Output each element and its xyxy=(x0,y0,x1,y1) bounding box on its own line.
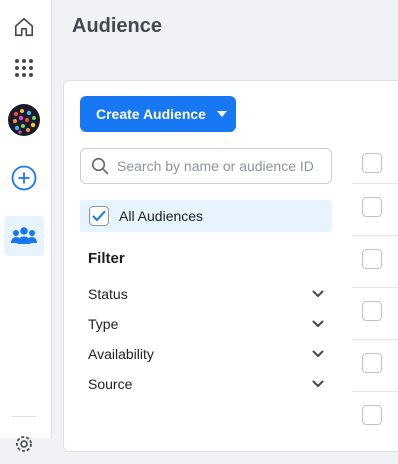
audience-panel: Create Audience All Audiences Filter Sta… xyxy=(63,80,398,452)
filter-source-label: Source xyxy=(88,376,133,392)
filter-heading: Filter xyxy=(88,250,125,267)
chevron-down-icon xyxy=(312,380,324,387)
chevron-down-icon xyxy=(312,350,324,357)
filter-status[interactable]: Status xyxy=(88,284,324,304)
table-row-divider xyxy=(352,391,398,392)
table-row-divider xyxy=(352,183,398,184)
chevron-down-icon xyxy=(312,320,324,327)
create-audience-button[interactable]: Create Audience xyxy=(80,96,236,132)
avatar xyxy=(8,104,40,136)
create-audience-label: Create Audience xyxy=(96,106,206,122)
create-button[interactable] xyxy=(4,158,44,198)
home-button[interactable] xyxy=(4,7,44,47)
search-box[interactable] xyxy=(80,148,332,184)
account-button[interactable] xyxy=(4,100,44,140)
chevron-down-icon xyxy=(312,290,324,297)
grid-icon xyxy=(15,59,33,77)
table-row-checkbox[interactable] xyxy=(362,197,382,217)
all-audiences-option[interactable]: All Audiences xyxy=(80,200,332,232)
table-row-divider xyxy=(352,235,398,236)
search-input[interactable] xyxy=(115,157,329,175)
settings-button[interactable] xyxy=(4,424,44,464)
plus-circle-icon xyxy=(11,165,37,191)
filter-availability-label: Availability xyxy=(88,346,154,362)
page-title: Audience xyxy=(72,15,163,37)
filter-type[interactable]: Type xyxy=(88,314,324,334)
filter-type-label: Type xyxy=(88,316,119,332)
table-row-checkbox[interactable] xyxy=(362,405,382,425)
select-all-rows-checkbox[interactable] xyxy=(362,153,382,173)
gear-icon xyxy=(16,436,32,452)
all-audiences-checkbox[interactable] xyxy=(89,206,109,226)
audiences-nav-item[interactable] xyxy=(4,216,44,256)
table-row-divider xyxy=(352,287,398,288)
filter-status-label: Status xyxy=(88,286,128,302)
apps-button[interactable] xyxy=(4,48,44,88)
caret-down-icon xyxy=(216,111,227,117)
check-icon xyxy=(92,210,106,221)
home-icon xyxy=(14,17,34,37)
table-row-checkbox[interactable] xyxy=(362,301,382,321)
filter-source[interactable]: Source xyxy=(88,374,324,394)
all-audiences-label: All Audiences xyxy=(119,208,204,224)
table-row-checkbox[interactable] xyxy=(362,353,382,373)
people-icon xyxy=(11,227,37,244)
table-row-divider xyxy=(352,339,398,340)
filter-availability[interactable]: Availability xyxy=(88,344,324,364)
left-nav-rail xyxy=(0,0,52,452)
table-row-checkbox[interactable] xyxy=(362,249,382,269)
search-icon xyxy=(91,157,109,175)
rail-divider xyxy=(12,416,36,417)
